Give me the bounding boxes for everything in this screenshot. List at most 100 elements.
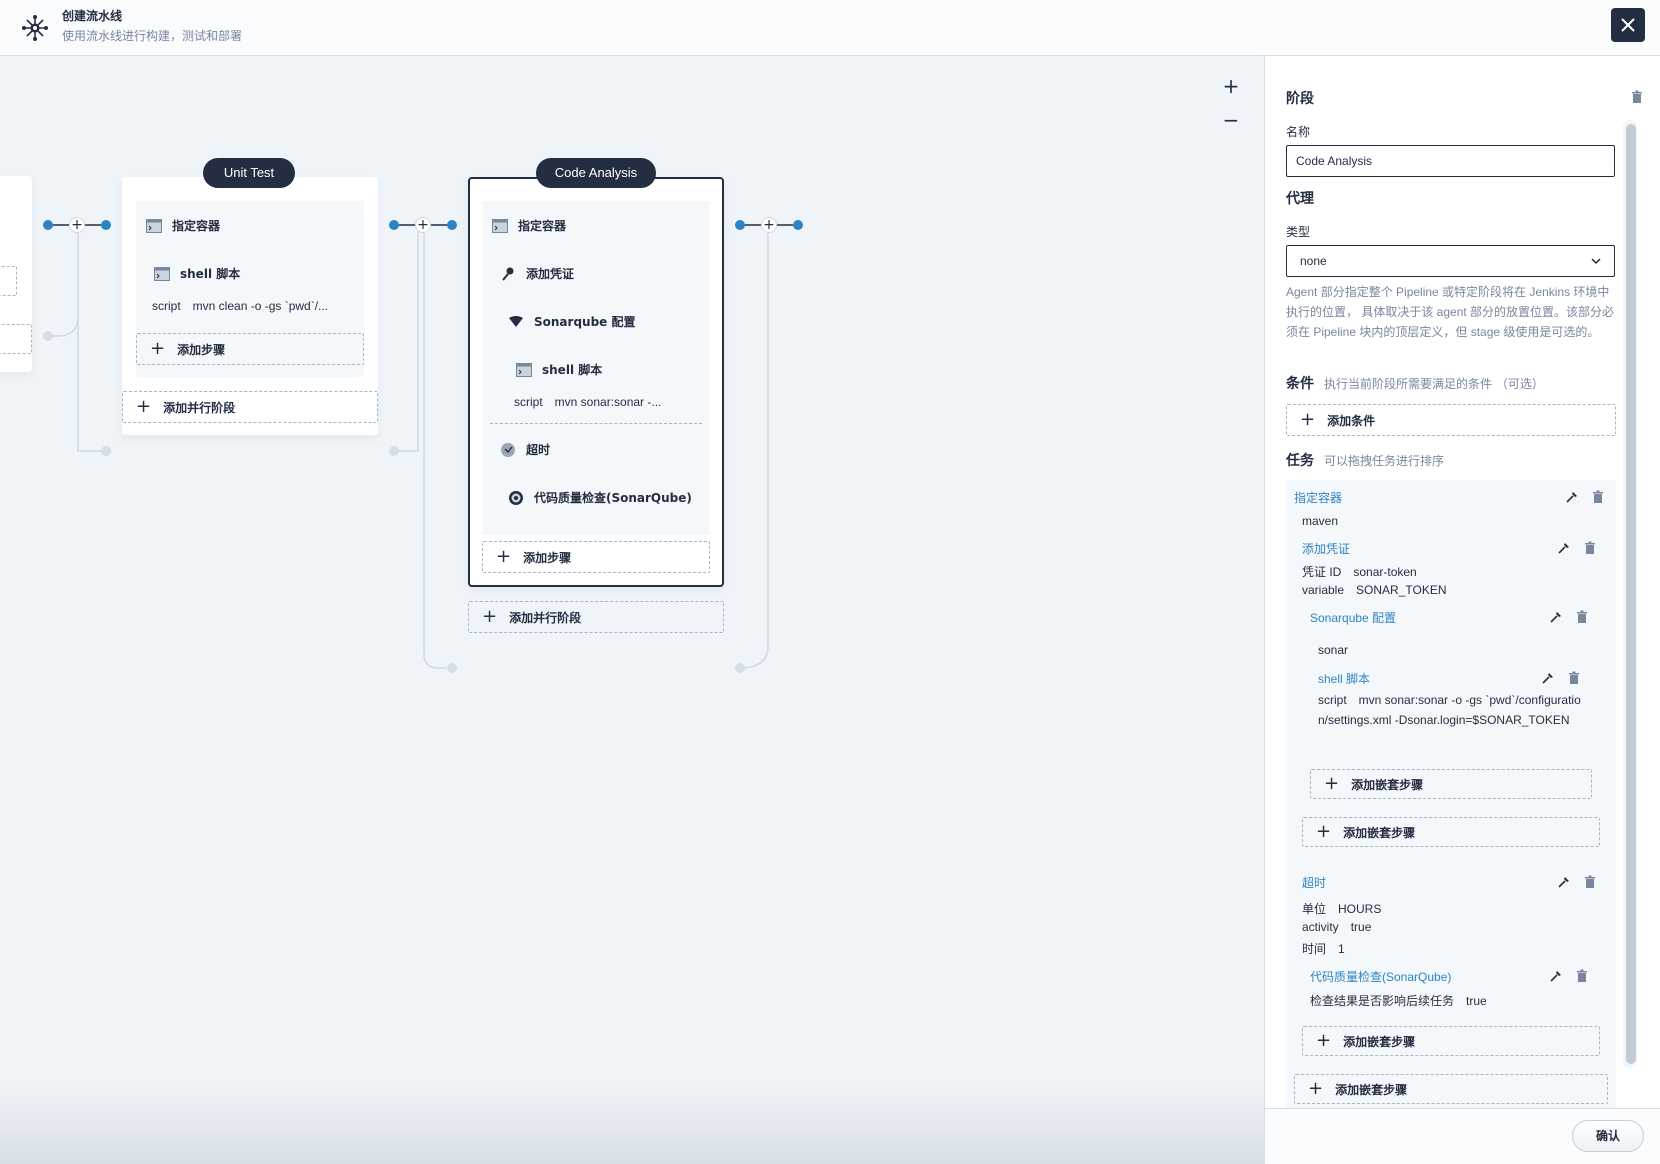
- add-nested-step-button[interactable]: + 添加嵌套步骤: [1294, 1074, 1608, 1104]
- stage-name-code-analysis[interactable]: Code Analysis: [536, 158, 656, 188]
- step-quality-gate[interactable]: 代码质量检查(SonarQube): [508, 489, 692, 506]
- pipeline-canvas: + − + + + 指定容器 shell 脚本 script mvn clean…: [0, 56, 1264, 1164]
- tasks-hint: 可以拖拽任务进行排序: [1324, 454, 1445, 468]
- step-label: 指定容器: [518, 219, 567, 233]
- stage-name-input[interactable]: Code Analysis: [1286, 145, 1615, 177]
- task-title-quality-gate[interactable]: 代码质量检查(SonarQube): [1310, 968, 1451, 985]
- trash-icon[interactable]: [1583, 541, 1597, 555]
- section-condition-heading: 条件 执行当前阶段所需要满足的条件 （可选）: [1286, 376, 1544, 392]
- add-parallel-stage-button[interactable]: + 添加并行阶段: [122, 391, 378, 423]
- connector-node: [447, 220, 457, 230]
- plus-icon: +: [136, 396, 152, 417]
- edit-icon[interactable]: [1549, 969, 1563, 983]
- add-stage-button[interactable]: +: [761, 217, 777, 233]
- page-title: 创建流水线: [62, 9, 123, 23]
- terminal-icon: [492, 218, 508, 234]
- connector-node: [43, 220, 53, 230]
- edit-icon[interactable]: [1557, 875, 1571, 889]
- agent-type-select[interactable]: none: [1286, 245, 1615, 277]
- add-step-button[interactable]: + 添加步骤: [482, 541, 710, 573]
- task-script: script mvn sonar:sonar -o -gs `pwd`/confi…: [1318, 693, 1581, 727]
- step-label: 代码质量检查(SonarQube): [534, 491, 692, 505]
- type-label: 类型: [1286, 225, 1311, 239]
- add-step-button[interactable]: + 添加步骤: [136, 333, 364, 365]
- trash-icon[interactable]: [1591, 490, 1605, 504]
- plus-icon: +: [1308, 1078, 1324, 1099]
- step-divider: [490, 423, 702, 424]
- edit-icon[interactable]: [1549, 610, 1563, 624]
- step-label: 指定容器: [172, 219, 221, 233]
- step-label: shell 脚本: [542, 363, 603, 377]
- step-label: 添加凭证: [526, 267, 575, 281]
- step-shell[interactable]: shell 脚本: [516, 361, 602, 378]
- close-button[interactable]: [1611, 8, 1645, 42]
- close-icon: [1621, 18, 1635, 32]
- add-parallel-stage-button[interactable]: + 添加并行阶段: [468, 601, 724, 633]
- partial-add-parallel[interactable]: [0, 324, 32, 354]
- plus-icon: +: [1324, 773, 1340, 794]
- edit-icon[interactable]: [1557, 541, 1571, 555]
- plus-icon: +: [1316, 1030, 1332, 1051]
- chevron-down-icon: [1591, 258, 1601, 265]
- trash-icon[interactable]: [1575, 969, 1589, 983]
- task-param: 检查结果是否影响后续任务 true: [1310, 994, 1487, 1008]
- task-title-timeout[interactable]: 超时: [1302, 874, 1326, 891]
- add-nested-step-button[interactable]: + 添加嵌套步骤: [1310, 769, 1592, 799]
- task-param: activity true: [1302, 920, 1372, 934]
- task-value: maven: [1302, 514, 1339, 528]
- agent-description: Agent 部分指定整个 Pipeline 或特定阶段将在 Jenkins 环境…: [1286, 285, 1615, 339]
- add-condition-button[interactable]: + 添加条件: [1286, 404, 1616, 436]
- task-title-shell[interactable]: shell 脚本: [1318, 670, 1370, 687]
- task-param: 时间 1: [1302, 942, 1345, 956]
- task-title-credential[interactable]: 添加凭证: [1302, 540, 1350, 557]
- add-nested-step-button[interactable]: + 添加嵌套步骤: [1302, 1026, 1600, 1056]
- clock-icon: [500, 442, 516, 458]
- edit-icon[interactable]: [1565, 490, 1579, 504]
- section-stage-heading: 阶段: [1286, 91, 1314, 107]
- add-stage-button[interactable]: +: [415, 217, 431, 233]
- connector-node: [735, 220, 745, 230]
- quality-gate-icon: [508, 490, 524, 506]
- pipeline-logo-icon: [22, 15, 48, 41]
- name-label: 名称: [1286, 125, 1311, 139]
- panel-footer: 确认: [1265, 1108, 1660, 1164]
- step-container[interactable]: 指定容器: [146, 217, 220, 234]
- connector-dot: [101, 446, 111, 456]
- task-param: variable SONAR_TOKEN: [1302, 583, 1447, 597]
- edit-icon[interactable]: [1541, 671, 1555, 685]
- task-title-sonarqube[interactable]: Sonarqube 配置: [1310, 609, 1396, 626]
- condition-hint: 执行当前阶段所需要满足的条件 （可选）: [1324, 377, 1544, 391]
- key-icon: [500, 266, 516, 282]
- add-stage-button[interactable]: +: [69, 217, 85, 233]
- scrollbar-thumb[interactable]: [1626, 124, 1636, 1064]
- add-nested-step-button[interactable]: + 添加嵌套步骤: [1302, 817, 1600, 847]
- partial-add-step[interactable]: [0, 266, 17, 296]
- step-timeout[interactable]: 超时: [500, 441, 550, 458]
- step-container[interactable]: 指定容器: [492, 217, 566, 234]
- header-bar: 创建流水线 使用流水线进行构建，测试和部署: [0, 0, 1660, 56]
- step-credential[interactable]: 添加凭证: [500, 265, 574, 282]
- step-shell[interactable]: shell 脚本: [154, 265, 240, 282]
- trash-icon[interactable]: [1630, 90, 1644, 104]
- connector-dot: [447, 663, 457, 673]
- section-tasks-heading: 任务 可以拖拽任务进行排序: [1286, 453, 1445, 469]
- task-value: sonar: [1318, 643, 1349, 657]
- trash-icon[interactable]: [1567, 671, 1581, 685]
- terminal-icon: [516, 362, 532, 378]
- stage-card-code-analysis[interactable]: 指定容器 添加凭证 Sonarqube 配置 shell 脚本 script mv…: [468, 177, 724, 587]
- trash-icon[interactable]: [1575, 610, 1589, 624]
- trash-icon[interactable]: [1583, 875, 1597, 889]
- step-sonarqube[interactable]: Sonarqube 配置: [508, 313, 636, 330]
- sonarqube-icon: [508, 314, 524, 330]
- task-title-container[interactable]: 指定容器: [1294, 489, 1342, 506]
- task-param: 单位 HOURS: [1302, 902, 1382, 916]
- step-detail: script mvn clean -o -gs `pwd`/...: [152, 299, 329, 313]
- step-label: 超时: [526, 443, 551, 457]
- connector-node: [101, 220, 111, 230]
- confirm-button[interactable]: 确认: [1572, 1120, 1644, 1152]
- plus-icon: +: [1316, 821, 1332, 842]
- agent-type-value: none: [1300, 254, 1327, 268]
- plus-icon: +: [1300, 409, 1316, 430]
- connector-node: [389, 220, 399, 230]
- stage-name-unit-test[interactable]: Unit Test: [203, 158, 295, 188]
